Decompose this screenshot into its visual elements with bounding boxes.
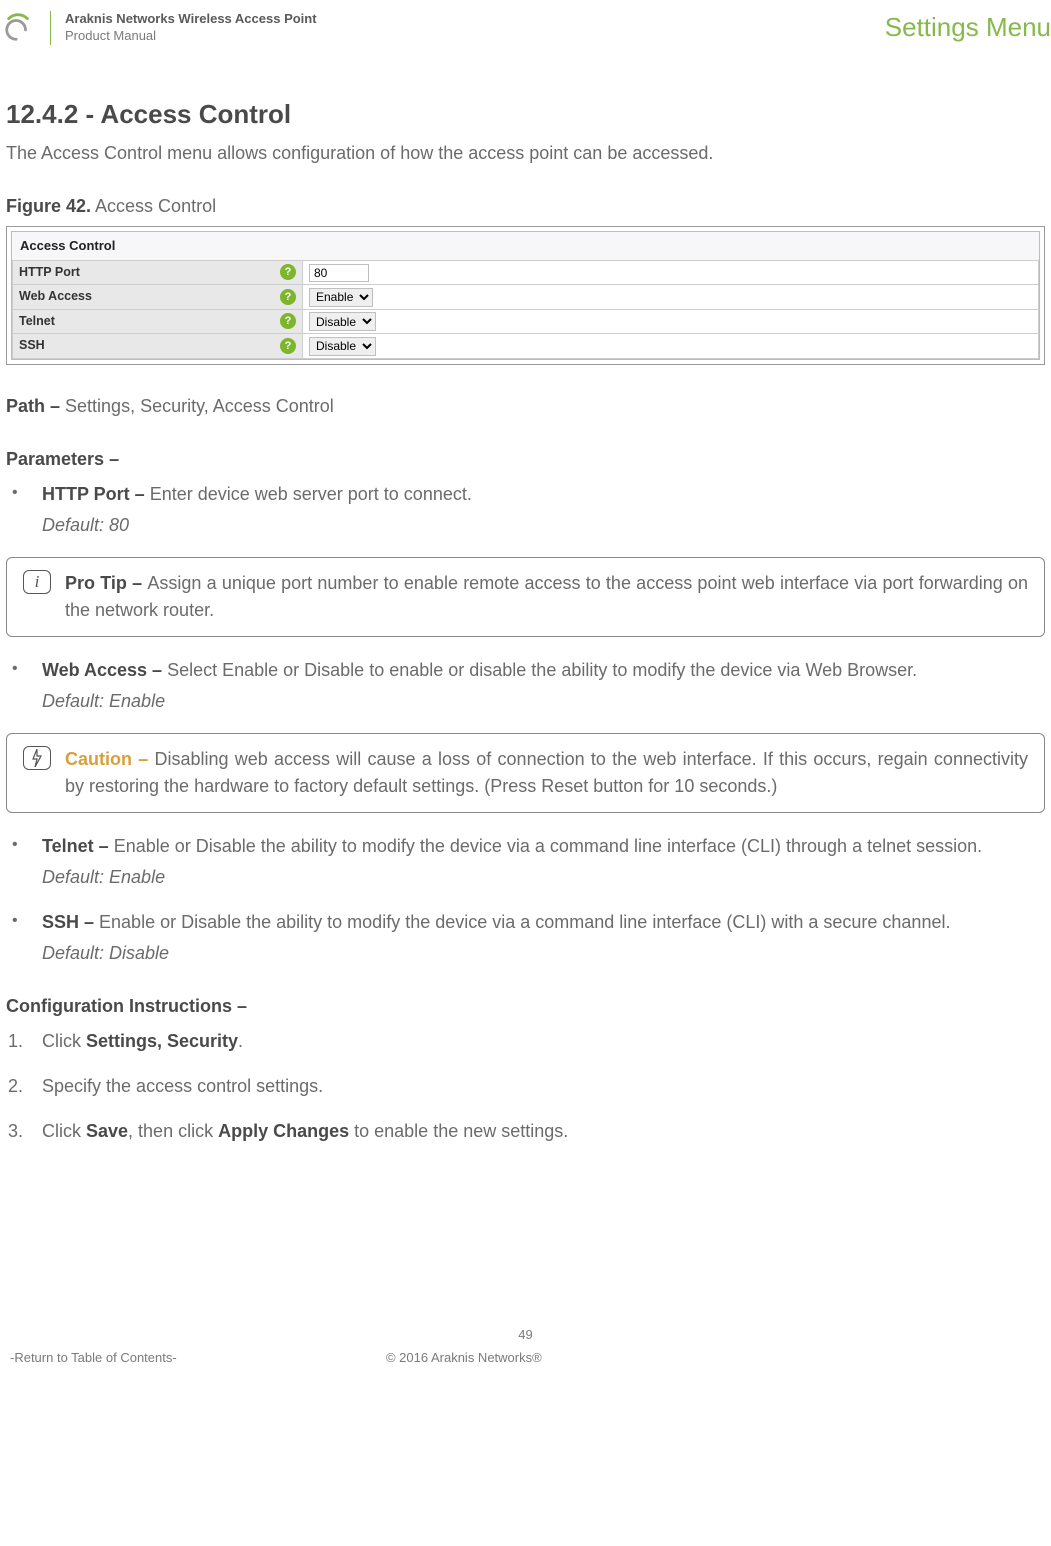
help-icon[interactable]: ? [280, 264, 296, 280]
brand-logo-icon [0, 10, 36, 46]
header-product-name: Araknis Networks Wireless Access Point [65, 11, 317, 28]
param-name: HTTP Port – [42, 484, 150, 504]
help-icon[interactable]: ? [280, 289, 296, 305]
page-header: Araknis Networks Wireless Access Point P… [0, 0, 1051, 55]
config-heading: Configuration Instructions – [6, 993, 1045, 1020]
row-label-http-port: HTTP Port ? [13, 260, 303, 285]
list-item: SSH – Enable or Disable the ability to m… [6, 909, 1045, 967]
list-item: HTTP Port – Enter device web server port… [6, 481, 1045, 539]
header-menu-label: Settings Menu [885, 8, 1051, 47]
row-label-telnet: Telnet ? [13, 309, 303, 334]
list-item: Web Access – Select Enable or Disable to… [6, 657, 1045, 715]
list-item: Click Settings, Security. [6, 1028, 1045, 1055]
row-value-cell: Disable [303, 334, 1039, 359]
row-value-cell: Enable [303, 285, 1039, 310]
path-value: Settings, Security, Access Control [65, 396, 334, 416]
access-control-panel: Access Control HTTP Port ? Web Access ? [11, 231, 1040, 360]
table-row: Web Access ? Enable [13, 285, 1039, 310]
list-item: Telnet – Enable or Disable the ability t… [6, 833, 1045, 891]
page-number: 49 [0, 1325, 1051, 1345]
figure-label-bold: Figure 42. [6, 196, 91, 216]
param-desc: Enter device web server port to connect. [150, 484, 472, 504]
parameters-heading: Parameters – [6, 446, 1045, 473]
parameters-list-2: Web Access – Select Enable or Disable to… [6, 657, 1045, 715]
parameters-list-3: Telnet – Enable or Disable the ability t… [6, 833, 1045, 967]
param-default: Default: 80 [42, 512, 1045, 539]
param-default: Default: Enable [42, 688, 1045, 715]
return-toc-link[interactable]: -Return to Table of Contents- [10, 1348, 177, 1368]
step-bold: Save [86, 1121, 128, 1141]
http-port-input[interactable] [309, 264, 369, 282]
param-default: Default: Enable [42, 864, 1045, 891]
telnet-select[interactable]: Disable [309, 312, 376, 331]
caution-label: Caution – [65, 749, 154, 769]
instructions-list: Click Settings, Security. Specify the ac… [6, 1028, 1045, 1145]
footer-row: -Return to Table of Contents- © 2016 Ara… [0, 1348, 1051, 1378]
pro-tip-callout: i Pro Tip – Assign a unique port number … [6, 557, 1045, 637]
list-item: Specify the access control settings. [6, 1073, 1045, 1100]
caution-text: Disabling web access will cause a loss o… [65, 749, 1028, 796]
parameters-list: HTTP Port – Enter device web server port… [6, 481, 1045, 539]
header-subtitle: Product Manual [65, 28, 317, 45]
access-control-table: HTTP Port ? Web Access ? Enable [12, 260, 1039, 359]
header-title-block: Araknis Networks Wireless Access Point P… [65, 11, 317, 45]
param-name: SSH – [42, 912, 99, 932]
copyright-text: © 2016 Araknis Networks® [386, 1348, 542, 1368]
page-content: 12.4.2 - Access Control The Access Contr… [0, 55, 1051, 1145]
param-desc: Select Enable or Disable to enable or di… [167, 660, 917, 680]
table-row: HTTP Port ? [13, 260, 1039, 285]
figure-label: Figure 42. Access Control [6, 193, 1045, 220]
help-icon[interactable]: ? [280, 338, 296, 354]
caution-callout: Caution – Disabling web access will caus… [6, 733, 1045, 813]
path-line: Path – Settings, Security, Access Contro… [6, 393, 1045, 420]
header-divider [50, 11, 51, 45]
header-left: Araknis Networks Wireless Access Point P… [0, 10, 317, 46]
panel-title: Access Control [12, 232, 1039, 260]
section-intro: The Access Control menu allows configura… [6, 140, 1045, 167]
info-icon: i [23, 570, 51, 594]
table-row: Telnet ? Disable [13, 309, 1039, 334]
step-bold: Settings, Security [86, 1031, 238, 1051]
footer-spacer [871, 1348, 1041, 1368]
row-label-web-access: Web Access ? [13, 285, 303, 310]
figure-container: Access Control HTTP Port ? Web Access ? [6, 226, 1045, 365]
pro-tip-label: Pro Tip – [65, 573, 147, 593]
row-value-cell: Disable [303, 309, 1039, 334]
param-default: Default: Disable [42, 940, 1045, 967]
figure-label-rest: Access Control [91, 196, 216, 216]
param-desc: Enable or Disable the ability to modify … [114, 836, 982, 856]
web-access-select[interactable]: Enable [309, 288, 373, 307]
param-name: Telnet – [42, 836, 114, 856]
row-value-cell [303, 260, 1039, 285]
list-item: Click Save, then click Apply Changes to … [6, 1118, 1045, 1145]
caution-icon [23, 746, 51, 770]
param-name: Web Access – [42, 660, 167, 680]
path-label: Path – [6, 396, 65, 416]
param-desc: Enable or Disable the ability to modify … [99, 912, 950, 932]
pro-tip-text: Assign a unique port number to enable re… [65, 573, 1028, 620]
table-row: SSH ? Disable [13, 334, 1039, 359]
help-icon[interactable]: ? [280, 313, 296, 329]
step-bold-2: Apply Changes [218, 1121, 349, 1141]
row-label-ssh: SSH ? [13, 334, 303, 359]
ssh-select[interactable]: Disable [309, 337, 376, 356]
section-heading: 12.4.2 - Access Control [6, 95, 1045, 134]
page-footer: 49 -Return to Table of Contents- © 2016 … [0, 1325, 1051, 1378]
